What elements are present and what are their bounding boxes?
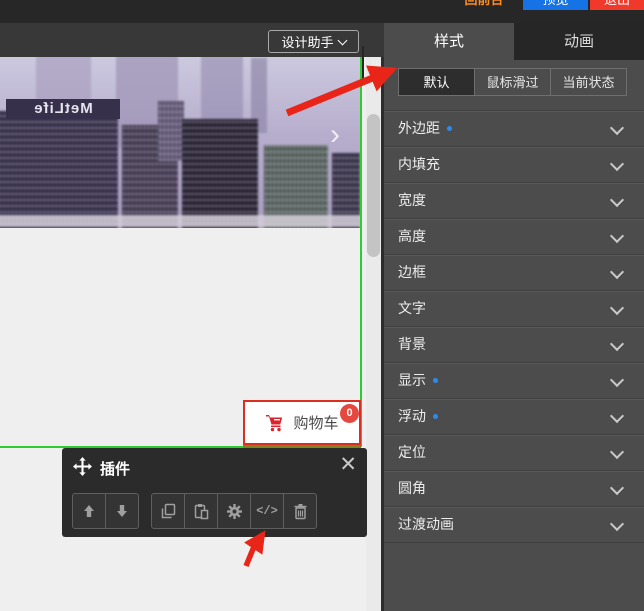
code-icon: </>	[256, 504, 278, 518]
section-radius[interactable]: 圆角	[384, 470, 644, 506]
plugin-toolbar: 插件 ✕	[62, 448, 367, 537]
section-position[interactable]: 定位	[384, 434, 644, 470]
state-hover[interactable]: 鼠标滑过	[474, 68, 551, 96]
guide-line-vertical	[360, 57, 362, 447]
settings-button[interactable]	[217, 493, 251, 529]
canvas-scrollbar-thumb[interactable]	[367, 114, 380, 257]
chevron-down-icon	[610, 373, 624, 387]
paste-icon	[193, 503, 210, 520]
section-display[interactable]: 显示	[384, 362, 644, 398]
chevron-down-icon	[610, 445, 624, 459]
modified-dot	[433, 378, 438, 383]
chevron-down-icon	[610, 265, 624, 279]
exit-button[interactable]: 退出	[590, 0, 644, 10]
chevron-down-icon	[610, 229, 624, 243]
state-current[interactable]: 当前状态	[550, 68, 627, 96]
section-transition[interactable]: 过渡动画	[384, 506, 644, 543]
section-padding[interactable]: 内填充	[384, 146, 644, 182]
copy-icon	[160, 503, 177, 520]
close-icon[interactable]: ✕	[339, 453, 357, 477]
copy-button[interactable]	[151, 493, 185, 529]
chevron-down-icon	[610, 121, 624, 135]
state-switcher: 默认 鼠标滑过 当前状态	[398, 68, 627, 96]
back-to-site-button[interactable]: 回前台	[452, 0, 516, 10]
preview-label: 预览	[523, 0, 588, 9]
chevron-down-icon	[610, 481, 624, 495]
style-accordion: 外边距 内填充 宽度 高度 边框 文字	[384, 110, 644, 543]
section-margin[interactable]: 外边距	[384, 110, 644, 146]
arrow-up-icon	[81, 503, 97, 519]
plugin-toolbar-title: 插件	[100, 458, 130, 479]
chevron-down-icon	[610, 157, 624, 171]
move-up-button[interactable]	[72, 493, 106, 529]
chevron-down-icon	[610, 409, 624, 423]
style-panel: 样式 动画 默认 鼠标滑过 当前状态 外边距 内填充 宽度 高度	[384, 23, 644, 611]
modified-dot	[447, 126, 452, 131]
plugin-button-row: </>	[72, 493, 317, 529]
state-default[interactable]: 默认	[398, 68, 475, 96]
chevron-down-icon	[610, 193, 624, 207]
preview-button[interactable]: 预览	[523, 0, 588, 10]
delete-button[interactable]	[283, 493, 317, 529]
collapse-panel-button[interactable]: »	[366, 52, 384, 74]
banner-carousel-image[interactable]: MetLife ›	[0, 57, 361, 228]
toolbar-divider	[362, 46, 364, 80]
tab-animation[interactable]: 动画	[514, 23, 644, 60]
arrow-down-icon	[114, 503, 130, 519]
section-text[interactable]: 文字	[384, 290, 644, 326]
section-width[interactable]: 宽度	[384, 182, 644, 218]
chevron-down-icon	[610, 337, 624, 351]
tab-style[interactable]: 样式	[384, 23, 514, 60]
design-assistant-label: 设计助手	[281, 32, 333, 51]
move-handle-icon[interactable]	[73, 457, 92, 476]
cart-label: 购物车	[293, 412, 338, 433]
section-height[interactable]: 高度	[384, 218, 644, 254]
chevron-down-icon	[610, 517, 624, 531]
chevron-down-icon	[610, 301, 624, 315]
exit-label: 退出	[590, 0, 644, 9]
paste-button[interactable]	[184, 493, 218, 529]
cityscape-photo	[0, 57, 361, 228]
edit-code-button[interactable]: </>	[250, 493, 284, 529]
cart-count-badge: 0	[340, 404, 359, 423]
carousel-next-icon[interactable]: ›	[323, 119, 347, 153]
section-background[interactable]: 背景	[384, 326, 644, 362]
move-down-button[interactable]	[105, 493, 139, 529]
gear-icon	[226, 503, 243, 520]
design-assistant-dropdown[interactable]: 设计助手	[268, 30, 359, 53]
trash-icon	[292, 503, 309, 520]
modified-dot	[433, 414, 438, 419]
chevron-down-icon	[337, 35, 347, 45]
shopping-cart-icon	[265, 413, 285, 433]
editor-window: 回前台 预览 退出 设计助手 » Met	[0, 0, 644, 611]
canvas-toolbar: 设计助手 »	[0, 23, 384, 57]
back-to-site-label: 回前台	[452, 0, 516, 9]
arrow-to-code-button	[246, 534, 263, 566]
shopping-cart-widget[interactable]: 购物车 0	[243, 400, 361, 445]
section-float[interactable]: 浮动	[384, 398, 644, 434]
metlife-sign: MetLife	[6, 99, 120, 119]
top-bar: 回前台 预览 退出	[0, 0, 644, 23]
section-border[interactable]: 边框	[384, 254, 644, 290]
